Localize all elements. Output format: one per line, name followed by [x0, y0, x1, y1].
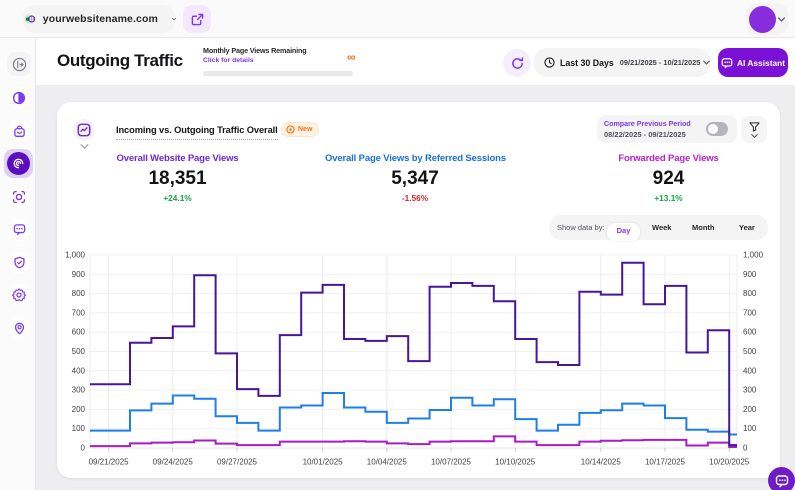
- svg-text:500: 500: [743, 347, 757, 356]
- svg-text:10/04/2025: 10/04/2025: [367, 458, 408, 467]
- svg-text:0: 0: [743, 444, 748, 453]
- svg-text:10/20/2025: 10/20/2025: [709, 458, 750, 467]
- svg-text:700: 700: [743, 308, 757, 317]
- svg-text:10/10/2025: 10/10/2025: [495, 458, 536, 467]
- svg-text:600: 600: [743, 328, 757, 337]
- svg-text:09/24/2025: 09/24/2025: [153, 458, 194, 467]
- svg-text:10/17/2025: 10/17/2025: [645, 458, 686, 467]
- svg-text:100: 100: [72, 424, 86, 433]
- svg-text:700: 700: [72, 308, 86, 317]
- svg-text:800: 800: [743, 289, 757, 298]
- svg-text:200: 200: [72, 405, 86, 414]
- svg-text:0: 0: [81, 444, 86, 453]
- svg-text:300: 300: [72, 386, 86, 395]
- svg-text:200: 200: [743, 405, 757, 414]
- svg-text:100: 100: [743, 424, 757, 433]
- svg-text:500: 500: [72, 347, 86, 356]
- svg-text:900: 900: [72, 270, 86, 279]
- svg-text:09/21/2025: 09/21/2025: [89, 458, 130, 467]
- svg-text:800: 800: [72, 289, 86, 298]
- svg-text:900: 900: [743, 270, 757, 279]
- svg-text:1,000: 1,000: [743, 251, 764, 260]
- svg-text:1,000: 1,000: [65, 251, 86, 260]
- svg-text:400: 400: [72, 366, 86, 375]
- svg-text:10/14/2025: 10/14/2025: [581, 458, 622, 467]
- svg-text:400: 400: [743, 366, 757, 375]
- svg-text:10/07/2025: 10/07/2025: [431, 458, 472, 467]
- svg-text:600: 600: [72, 328, 86, 337]
- svg-text:300: 300: [743, 386, 757, 395]
- svg-text:10/01/2025: 10/01/2025: [303, 458, 344, 467]
- svg-text:09/27/2025: 09/27/2025: [217, 458, 258, 467]
